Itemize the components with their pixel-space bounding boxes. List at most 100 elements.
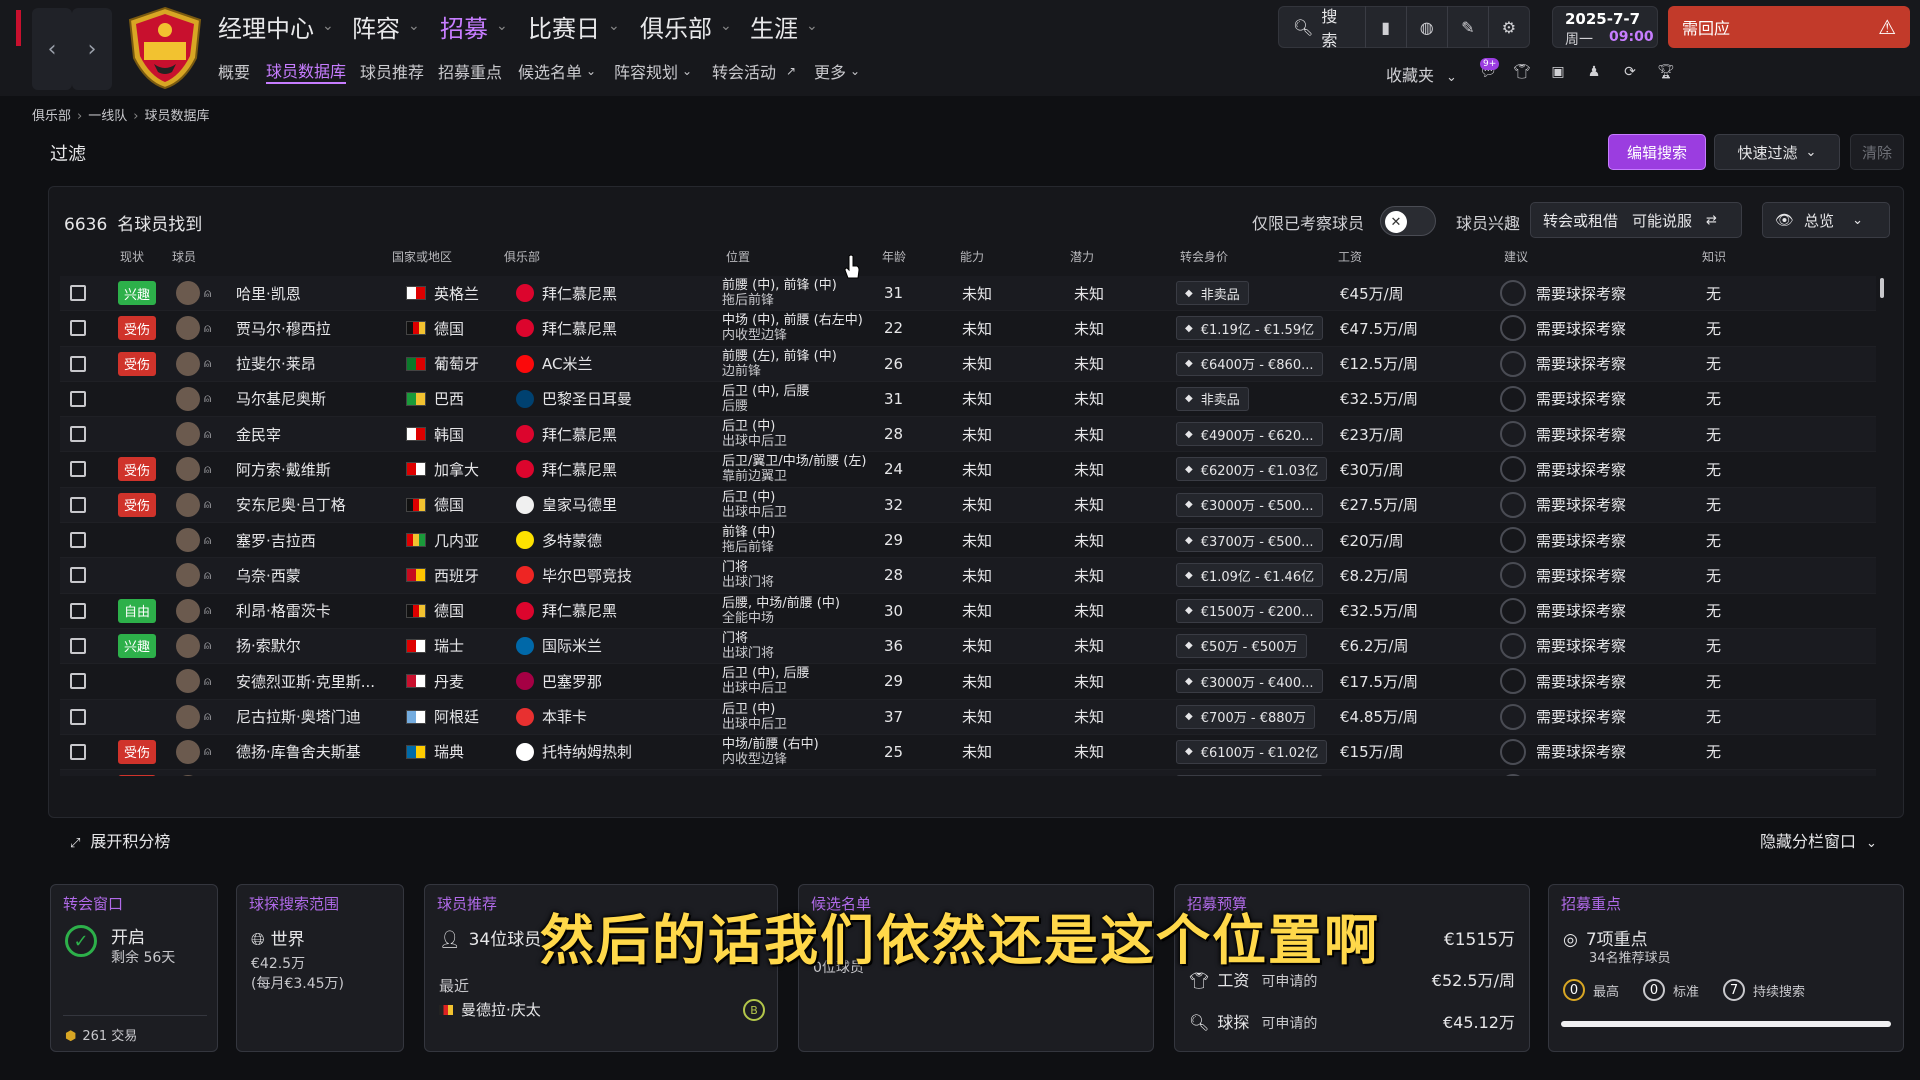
row-select-cell[interactable] (70, 629, 86, 663)
advice-cell[interactable]: 需要球探考察 (1500, 452, 1626, 486)
table-row[interactable]: ⍝ 金民宰 韩国 拜仁慕尼黑 后卫 (中) 出球中后卫 28 未知 未知 ◆ €4900万 - €6… (60, 417, 1876, 453)
row-select-cell[interactable] (70, 664, 86, 698)
player-name[interactable]: 马尔基尼奥斯 (236, 382, 326, 416)
advice-cell[interactable]: 需要球探考察 (1500, 382, 1626, 416)
date-time-panel[interactable]: 2025-7-7 周一 09:00 (1552, 6, 1658, 48)
refresh-button[interactable]: ⟳ (1620, 62, 1640, 82)
club-name[interactable]: AC米兰 (542, 353, 592, 374)
transfer-value-box[interactable]: ◆ €50万 - €500万 (1176, 633, 1307, 658)
club-name[interactable]: 拜仁慕尼黑 (542, 600, 617, 621)
table-row[interactable]: 受伤 ⍝ 德扬·库鲁舍夫斯基 瑞典 托特纳姆热刺 中场/前腰 (右中) 内收型边锋 25 未知 未… (60, 735, 1876, 771)
table-row[interactable]: ⍝ 尼古拉斯·奥塔门迪 阿根廷 本菲卡 后卫 (中) 出球中后卫 37 未知 未知 ◆ €700万 … (60, 699, 1876, 735)
column-header-age[interactable]: 年龄 (882, 248, 906, 265)
column-header-transfer-value[interactable]: 转会身价 (1180, 248, 1228, 265)
nav-manager-center[interactable]: 经理中心 ⌄ (218, 10, 334, 43)
row-select-cell[interactable] (70, 523, 86, 557)
row-select-cell[interactable] (70, 558, 86, 592)
transfer-value-box[interactable]: ◆ €3000万 - €400... (1176, 669, 1323, 694)
nav-squad[interactable]: 阵容 ⌄ (352, 10, 420, 43)
table-row[interactable]: ⍝ 安德烈亚斯·克里斯... 丹麦 巴塞罗那 后卫 (中), 后腰 出球中后卫 29 未知 未知… (60, 664, 1876, 700)
edit-button[interactable]: ✎ (1448, 6, 1489, 48)
search-button[interactable]: 🔍︎ 搜索 (1279, 6, 1366, 50)
row-select-cell[interactable] (70, 770, 86, 776)
player-interest-select[interactable]: 转会或租借 可能说服 ⇄ (1530, 202, 1742, 238)
subnav-more[interactable]: 更多 ⌄ (814, 58, 860, 84)
transfer-value-box[interactable]: ◆ 非卖品 (1176, 386, 1249, 411)
subnav-squad-planner[interactable]: 阵容规划 ⌄ (614, 58, 692, 84)
advice-cell[interactable]: 需要球探考察 (1500, 523, 1626, 557)
club-name[interactable]: 本菲卡 (542, 706, 587, 727)
row-checkbox[interactable] (70, 320, 86, 337)
row-select-cell[interactable] (70, 382, 86, 416)
player-name[interactable]: 德扬·库鲁舍夫斯基 (236, 735, 361, 769)
nav-recruitment[interactable]: 招募 ⌄ (440, 10, 508, 43)
row-checkbox[interactable] (70, 673, 86, 690)
player-name[interactable]: 塞罗·吉拉西 (236, 523, 316, 557)
subnav-overview[interactable]: 概要 (218, 58, 250, 84)
transfer-value-box[interactable]: ◆ €6200万 - €1.03亿 (1176, 457, 1328, 482)
club-name[interactable]: 皇家马德里 (542, 494, 617, 515)
advice-cell[interactable]: 需要球探考察 (1500, 347, 1626, 381)
edit-search-button[interactable]: 编辑搜索 (1608, 134, 1706, 170)
transfer-value-box[interactable]: ◆ €1.19亿 - €1.59亿 (1176, 316, 1324, 341)
view-select[interactable]: 👁︎ 总览 ⌄ (1762, 202, 1890, 238)
subnav-player-database[interactable]: 球员数据库 (266, 58, 347, 84)
scouted-only-toggle[interactable]: ✕ (1380, 206, 1436, 236)
row-select-cell[interactable] (70, 594, 86, 628)
hide-panel-button[interactable]: 隐藏分栏窗口 ⌄ (1760, 828, 1877, 852)
transfer-value-box[interactable]: ◆€5100万 - €860... (1176, 775, 1323, 776)
transfer-value-box[interactable]: ◆ 非卖品 (1176, 281, 1249, 305)
advice-cell[interactable]: 需要球探考察 (1500, 700, 1626, 734)
advice-cell[interactable]: 需要球探考察 (1500, 629, 1626, 663)
column-header-advice[interactable]: 建议 (1504, 248, 1528, 265)
subnav-player-recommendations[interactable]: 球员推荐 (360, 58, 424, 84)
row-checkbox[interactable] (70, 602, 86, 619)
respond-required-button[interactable]: 需回应 ⚠ (1668, 6, 1910, 48)
table-row[interactable]: 受伤 ⍝ 阿方索·戴维斯 加拿大 拜仁慕尼黑 后卫/翼卫/中场/前腰 (左) 靠前边翼卫 24… (60, 452, 1876, 488)
row-select-cell[interactable] (70, 417, 86, 451)
column-header-wage[interactable]: 工资 (1338, 248, 1362, 265)
player-name[interactable]: 乌奈·西蒙 (236, 558, 301, 592)
advice-cell[interactable]: 需要球探考察 (1500, 417, 1626, 451)
row-select-cell[interactable] (70, 700, 86, 734)
club-name[interactable]: 国际米兰 (542, 635, 602, 656)
player-name[interactable]: 哈里·凯恩 (236, 276, 301, 310)
transfer-value-box[interactable]: ◆ €700万 - €880万 (1176, 704, 1315, 729)
row-select-cell[interactable] (70, 452, 86, 486)
column-header-knowledge[interactable]: 知识 (1702, 248, 1726, 265)
row-select-cell[interactable] (70, 735, 86, 769)
row-checkbox[interactable] (70, 743, 86, 760)
row-checkbox[interactable] (70, 390, 86, 407)
row-select-cell[interactable] (70, 276, 86, 310)
row-checkbox[interactable] (70, 496, 86, 513)
club-name[interactable]: 多特蒙德 (542, 530, 602, 551)
advice-cell[interactable]: 需要球探考察 (1500, 558, 1626, 592)
table-row[interactable]: 受伤 ⍝ 尼科·施洛特贝克 德国 多特蒙德 后卫 (左中) 25 未知 未知 ◆€5100万 - … (60, 770, 1876, 776)
transfer-value-box[interactable]: ◆ €3700万 - €500... (1176, 528, 1323, 553)
subnav-transfer-activity[interactable]: 转会活动 ↗ (712, 58, 796, 84)
table-row[interactable]: ⍝ 塞罗·吉拉西 几内亚 多特蒙德 前锋 (中) 拖后前锋 29 未知 未知 ◆ €3700万 - … (60, 523, 1876, 559)
clear-button[interactable]: 清除 (1850, 134, 1904, 170)
player-name[interactable]: 利昂·格雷茨卡 (236, 594, 331, 628)
table-row[interactable]: ⍝ 乌奈·西蒙 西班牙 毕尔巴鄂竞技 门将 出球门将 28 未知 未知 ◆ €1.09亿 - €1.… (60, 558, 1876, 594)
nav-matchday[interactable]: 比赛日 ⌄ (528, 10, 620, 43)
column-header-potential[interactable]: 潜力 (1070, 248, 1094, 265)
favorites-dropdown[interactable]: 收藏夹 ⌄ (1386, 62, 1457, 86)
advice-cell[interactable]: 需要球探考察 (1500, 311, 1626, 345)
column-header-position[interactable]: 位置 (726, 248, 750, 265)
advice-cell[interactable]: 需要球探考察 (1500, 770, 1626, 776)
club-name[interactable]: 巴塞罗那 (542, 671, 602, 692)
table-row[interactable]: 受伤 ⍝ 安东尼奥·吕丁格 德国 皇家马德里 后卫 (中) 出球中后卫 32 未知 未知 ◆ €300… (60, 487, 1876, 524)
transfer-value-box[interactable]: ◆ €6100万 - €1.02亿 (1176, 739, 1328, 764)
column-header-nation[interactable]: 国家或地区 (392, 248, 452, 265)
table-row[interactable]: ⍝ 马尔基尼奥斯 巴西 巴黎圣日耳曼 后卫 (中), 后腰 后腰 31 未知 未知 ◆ 非卖品 €32… (60, 382, 1876, 418)
row-select-cell[interactable] (70, 347, 86, 381)
table-scrollbar[interactable] (1880, 278, 1884, 298)
player-name[interactable]: 安东尼奥·吕丁格 (236, 488, 346, 522)
recent-player-name[interactable]: 曼德拉·庆太 (461, 1001, 541, 1019)
advice-cell[interactable]: 需要球探考察 (1500, 735, 1626, 769)
player-name[interactable]: 金民宰 (236, 417, 281, 451)
player-name[interactable]: 拉斐尔·莱昂 (236, 347, 316, 381)
row-checkbox[interactable] (70, 708, 86, 725)
club-name[interactable]: 拜仁慕尼黑 (542, 318, 617, 339)
